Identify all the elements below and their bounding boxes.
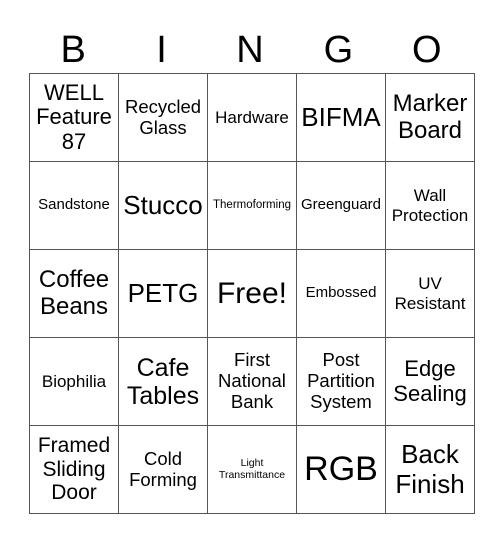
bingo-cell[interactable]: PETG bbox=[118, 249, 208, 338]
board-row: Biophilia Cafe Tables First National Ban… bbox=[29, 337, 475, 426]
bingo-cell[interactable]: Post Partition System bbox=[296, 337, 386, 426]
bingo-cell[interactable]: Hardware bbox=[207, 73, 297, 162]
bingo-cell[interactable]: BIFMA bbox=[296, 73, 386, 162]
board-row: WELL Feature 87 Recycled Glass Hardware … bbox=[29, 73, 475, 162]
bingo-cell[interactable]: Thermoforming bbox=[207, 161, 297, 250]
header-letter-n: N bbox=[236, 29, 264, 71]
board-row: Coffee Beans PETG Free! Embossed UV Resi… bbox=[29, 249, 475, 338]
free-space-cell[interactable]: Free! bbox=[207, 249, 297, 338]
bingo-cell[interactable]: Recycled Glass bbox=[118, 73, 208, 162]
board-row: Framed Sliding Door Cold Forming Light T… bbox=[29, 425, 475, 514]
bingo-cell[interactable]: First National Bank bbox=[207, 337, 297, 426]
bingo-cell[interactable]: Biophilia bbox=[29, 337, 119, 426]
bingo-cell[interactable]: Framed Sliding Door bbox=[29, 425, 119, 514]
bingo-cell[interactable]: Embossed bbox=[296, 249, 386, 338]
bingo-cell[interactable]: RGB bbox=[296, 425, 386, 514]
header-letter-i: I bbox=[156, 29, 167, 71]
bingo-cell[interactable]: Cafe Tables bbox=[118, 337, 208, 426]
bingo-cell[interactable]: UV Resistant bbox=[385, 249, 475, 338]
bingo-cell[interactable]: Wall Protection bbox=[385, 161, 475, 250]
bingo-cell[interactable]: Greenguard bbox=[296, 161, 386, 250]
bingo-board: WELL Feature 87 Recycled Glass Hardware … bbox=[29, 73, 475, 514]
bingo-cell[interactable]: Sandstone bbox=[29, 161, 119, 250]
bingo-cell[interactable]: Coffee Beans bbox=[29, 249, 119, 338]
bingo-cell[interactable]: WELL Feature 87 bbox=[29, 73, 119, 162]
bingo-cell[interactable]: Stucco bbox=[118, 161, 208, 250]
header-letter-g: G bbox=[323, 29, 354, 71]
bingo-cell[interactable]: Edge Sealing bbox=[385, 337, 475, 426]
bingo-header: B I N G O bbox=[29, 28, 471, 73]
bingo-cell[interactable]: Back Finish bbox=[385, 425, 475, 514]
bingo-cell[interactable]: Cold Forming bbox=[118, 425, 208, 514]
bingo-cell[interactable]: Marker Board bbox=[385, 73, 475, 162]
header-letter-o: O bbox=[411, 29, 442, 71]
bingo-cell[interactable]: Light Transmittance bbox=[207, 425, 297, 514]
board-row: Sandstone Stucco Thermoforming Greenguar… bbox=[29, 161, 475, 250]
header-letter-b: B bbox=[60, 29, 86, 71]
